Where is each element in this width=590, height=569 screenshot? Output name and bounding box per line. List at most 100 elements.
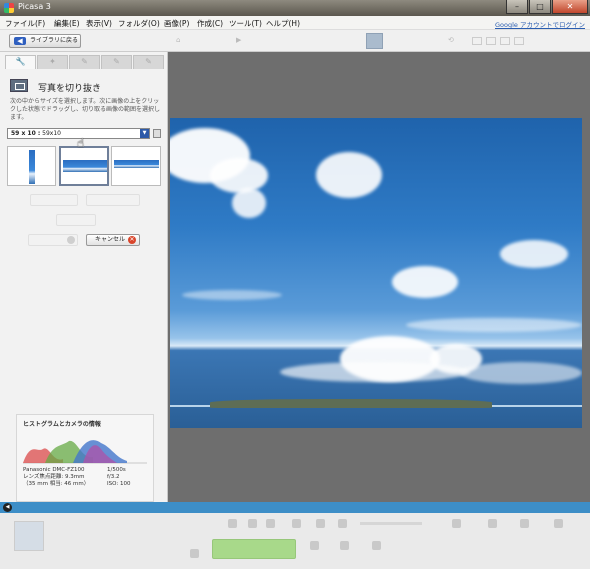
edit-panel: 🔧 ✦ ✎ ✎ ✎ 写真を切り抜き 次の中からサイズを選択します。次に画像の上を…	[0, 52, 168, 502]
photo-cloud	[232, 188, 266, 218]
photo-cloud	[406, 318, 582, 332]
window-title: Picasa 3	[18, 2, 51, 11]
menu-help[interactable]: ヘルプ(H)	[266, 18, 300, 29]
photo-island	[210, 399, 492, 408]
play-icon[interactable]: ▶	[236, 36, 241, 44]
crop-help-text: 次の中からサイズを選択します。次に画像の上をクリックした状態でドラッグし、切り取…	[10, 98, 161, 121]
menu-view[interactable]: 表示(V)	[86, 18, 112, 29]
tab-effects-2[interactable]: ✎	[101, 55, 132, 69]
upload-icon[interactable]	[316, 519, 325, 528]
crop-preview-portrait[interactable]	[7, 146, 56, 186]
cancel-label: キャンセル	[95, 236, 126, 243]
hold-icon[interactable]	[190, 549, 199, 558]
histogram-panel: ヒストグラムとカメラの情報 Panasonic DMC-FZ100 レンズ焦点距…	[16, 414, 154, 502]
aperture: f/3.2	[107, 474, 120, 480]
crop-preview-selected[interactable]	[59, 146, 109, 186]
photo-cloud	[392, 266, 458, 298]
chevron-down-icon[interactable]: ▼	[140, 129, 149, 138]
rotate-left-icon[interactable]	[228, 519, 237, 528]
export-icon[interactable]	[372, 541, 381, 550]
edit-tabs: 🔧 ✦ ✎ ✎ ✎	[5, 55, 165, 69]
close-button[interactable]: ✕	[552, 0, 588, 14]
star-icon[interactable]	[292, 519, 301, 528]
view-grid-icon[interactable]	[500, 37, 510, 45]
window-controls: – □ ✕	[505, 0, 588, 14]
shutter-speed: 1/500s	[107, 467, 126, 473]
apply-icon	[67, 236, 75, 244]
lens-focal-length: レンズ焦点距離: 9.3mm	[23, 474, 85, 480]
status-bar: ◀	[0, 502, 590, 513]
email-icon[interactable]	[310, 541, 319, 550]
bottom-tray	[0, 513, 590, 569]
home-icon[interactable]: ⌂	[176, 36, 180, 44]
crop-title: 写真を切り抜き	[38, 84, 102, 94]
crop-preview-image	[114, 160, 159, 168]
view-full-icon[interactable]	[514, 37, 524, 45]
view-single-icon[interactable]	[472, 37, 482, 45]
tab-tuning[interactable]: ✦	[37, 55, 68, 69]
photo-cloud	[280, 362, 470, 382]
menu-image[interactable]: 画像(P)	[164, 18, 189, 29]
rotate-right-icon[interactable]	[266, 519, 275, 528]
tab-effects-3[interactable]: ✎	[133, 55, 164, 69]
menu-file[interactable]: ファイル(F)	[5, 18, 45, 29]
camera-info-right: 1/500s f/3.2 ISO: 100	[107, 467, 130, 488]
menu-bar: ファイル(F) 編集(E) 表示(V) フォルダ(O) 画像(P) 作成(C) …	[0, 16, 590, 30]
photo-cloud	[316, 152, 382, 198]
photo-canvas[interactable]	[170, 118, 582, 428]
print-icon[interactable]	[340, 541, 349, 550]
location-icon[interactable]	[488, 519, 497, 528]
picasa-logo-icon	[4, 3, 14, 13]
current-image-thumbnail[interactable]	[366, 33, 383, 49]
hand-cursor-icon: ☝	[77, 136, 85, 150]
photo-cloud	[500, 240, 568, 268]
camera-info-left: Panasonic DMC-FZ100 レンズ焦点距離: 9.3mm （35 m…	[23, 467, 89, 488]
histogram-title: ヒストグラムとカメラの情報	[23, 421, 101, 428]
rotate-left-icon[interactable]	[248, 519, 257, 528]
title-bar: Picasa 3 – □ ✕	[0, 0, 590, 16]
tray-thumbnail[interactable]	[14, 521, 44, 551]
menu-folder[interactable]: フォルダ(O)	[118, 18, 160, 29]
photo-cloud	[182, 290, 282, 300]
manual-button[interactable]	[30, 194, 78, 206]
slideshow-icon[interactable]: ◀	[3, 503, 12, 512]
photo-cloud	[460, 362, 582, 384]
toolbar: ◀ ライブラリに戻る ⌂ ▶ ⟲	[0, 30, 590, 52]
crop-icon	[10, 79, 28, 92]
info-icon[interactable]	[554, 519, 563, 528]
tag-icon[interactable]	[520, 519, 529, 528]
back-to-library-button[interactable]: ◀ ライブラリに戻る	[9, 34, 81, 48]
display-icon[interactable]	[338, 519, 347, 528]
crop-preview-thumbnails	[7, 146, 162, 186]
cancel-icon: ✕	[128, 236, 136, 244]
google-account-link[interactable]: Google アカウントでログイン	[495, 19, 585, 29]
equiv-35mm: （35 mm 相当: 46 mm）	[23, 481, 90, 487]
arrow-left-icon: ◀	[14, 37, 26, 45]
share-button[interactable]	[212, 539, 296, 559]
camera-model: Panasonic DMC-FZ100	[23, 467, 85, 473]
histogram-graph	[23, 440, 147, 464]
tab-basic-fixes[interactable]: 🔧	[5, 55, 36, 69]
minimize-button[interactable]: –	[506, 0, 528, 14]
crop-preview-image	[63, 160, 107, 172]
crop-preview-landscape[interactable]	[111, 146, 161, 186]
rotate-icon[interactable]: ⟲	[448, 36, 454, 44]
menu-tools[interactable]: ツール(T)	[229, 18, 262, 29]
crop-size-value: 59 x 10 :	[11, 130, 41, 137]
iso: ISO: 100	[107, 481, 131, 487]
person-icon[interactable]	[452, 519, 461, 528]
menu-edit[interactable]: 編集(E)	[54, 18, 80, 29]
menu-create[interactable]: 作成(C)	[197, 18, 223, 29]
remove-size-icon[interactable]	[153, 129, 161, 138]
photo-cloud	[210, 158, 268, 193]
zoom-slider[interactable]	[360, 522, 422, 525]
preview-button[interactable]	[86, 194, 140, 206]
crop-size-suffix: 59x10	[42, 130, 61, 137]
tab-effects[interactable]: ✎	[69, 55, 100, 69]
maximize-button[interactable]: □	[529, 0, 551, 14]
crop-preview-image	[29, 150, 35, 184]
cancel-button[interactable]: キャンセル ✕	[86, 234, 140, 246]
view-compare-icon[interactable]	[486, 37, 496, 45]
back-to-library-label: ライブラリに戻る	[30, 37, 79, 44]
reset-button[interactable]	[56, 214, 96, 226]
